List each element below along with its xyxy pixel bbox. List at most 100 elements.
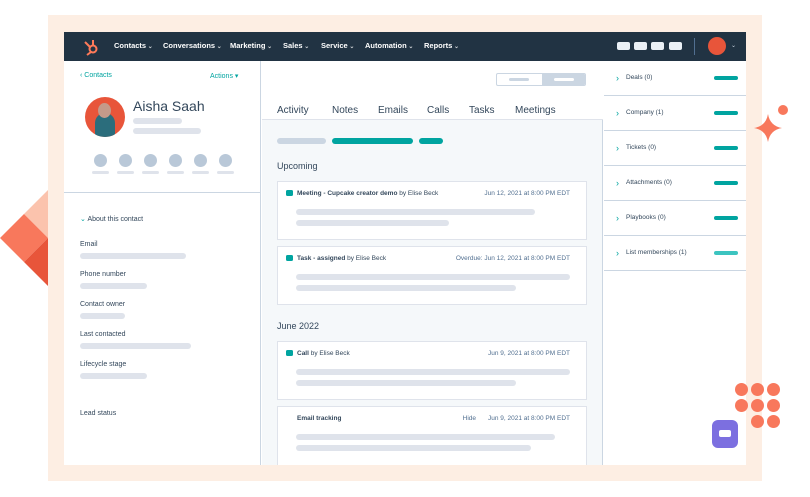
tab-emails[interactable]: Emails [378, 105, 408, 116]
chevron-right-icon: › [616, 108, 619, 118]
nav-sales[interactable]: Sales [283, 41, 309, 50]
placeholder-bar [296, 369, 570, 375]
tab-activity[interactable]: Activity [277, 105, 309, 116]
assoc-label: Company (1) [626, 109, 664, 116]
nav-utility-button[interactable] [669, 42, 682, 50]
quick-action-button[interactable] [219, 154, 232, 167]
user-avatar[interactable] [708, 37, 726, 55]
hide-link[interactable]: Hide [463, 415, 476, 422]
placeholder-bar [133, 118, 182, 124]
assoc-label: Attachments (0) [626, 179, 672, 186]
quick-action-button[interactable] [169, 154, 182, 167]
nav-utility-button[interactable] [651, 42, 664, 50]
field-value-phone[interactable] [80, 283, 147, 289]
card-type: Call [297, 350, 309, 357]
assoc-label: List memberships (1) [626, 249, 687, 256]
filter-pill[interactable] [277, 138, 326, 144]
decorative-diamonds [0, 190, 48, 286]
nav-service[interactable]: Service [321, 41, 354, 50]
assoc-deals[interactable]: › Deals (0) [604, 61, 746, 96]
divider [64, 192, 261, 193]
assoc-tickets[interactable]: › Tickets (0) [604, 131, 746, 166]
back-label: Contacts [84, 72, 112, 79]
decorative-dot [735, 399, 748, 412]
field-label-phone: Phone number [80, 271, 126, 278]
assoc-list-memberships[interactable]: › List memberships (1) [604, 236, 746, 271]
chevron-down-icon[interactable]: ⌄ [731, 42, 736, 49]
quick-action-button[interactable] [94, 154, 107, 167]
activity-card-email-tracking[interactable]: Email tracking Hide Jun 9, 2021 at 8:00 … [277, 406, 587, 465]
decorative-dot [767, 399, 780, 412]
decorative-dot [751, 415, 764, 428]
chevron-right-icon: › [616, 143, 619, 153]
back-to-contacts-link[interactable]: ‹ Contacts [80, 72, 112, 79]
associations-panel: › Deals (0) › Company (1) › Tickets (0) › At… [604, 61, 746, 465]
nav-utility-button[interactable] [634, 42, 647, 50]
filter-pill[interactable] [332, 138, 413, 144]
field-label-owner: Contact owner [80, 301, 126, 308]
placeholder-bar [296, 285, 516, 291]
nav-utility-button[interactable] [617, 42, 630, 50]
quick-action-label [167, 171, 184, 174]
hubspot-logo-icon[interactable] [82, 38, 100, 56]
about-contact-toggle[interactable]: ⌄ About this contact [80, 215, 143, 223]
card-date: Jun 9, 2021 at 8:00 PM EDT [487, 350, 570, 357]
field-label-lead-status: Lead status [80, 410, 117, 417]
tab-tasks[interactable]: Tasks [469, 105, 495, 116]
chevron-right-icon: › [616, 248, 619, 258]
assoc-playbooks[interactable]: › Playbooks (0) [604, 201, 746, 236]
assoc-label: Deals (0) [626, 74, 653, 81]
tab-notes[interactable]: Notes [332, 105, 358, 116]
card-type: Meeting - Cupcake creator demo [297, 190, 398, 197]
card-author: by Elise Beck [399, 190, 439, 197]
nav-marketing[interactable]: Marketing [230, 41, 272, 50]
field-label-last-contacted: Last contacted [80, 331, 126, 338]
chat-icon [719, 430, 731, 437]
meeting-icon [286, 190, 293, 196]
assoc-bar [714, 251, 738, 255]
decorative-dot [751, 383, 764, 396]
field-value-email[interactable] [80, 253, 186, 259]
chat-button[interactable] [712, 420, 738, 448]
quick-action-button[interactable] [119, 154, 132, 167]
assoc-bar [714, 181, 738, 185]
tab-meetings[interactable]: Meetings [515, 105, 556, 116]
nav-conversations[interactable]: Conversations [163, 41, 222, 50]
activity-card-meeting[interactable]: Meeting - Cupcake creator demo by Elise … [277, 181, 587, 240]
nav-contacts[interactable]: Contacts [114, 41, 153, 50]
placeholder-bar [296, 274, 570, 280]
quick-action-label [192, 171, 209, 174]
nav-reports[interactable]: Reports [424, 41, 459, 50]
placeholder-bar [296, 434, 555, 440]
assoc-company[interactable]: › Company (1) [604, 96, 746, 131]
chevron-right-icon: › [616, 178, 619, 188]
top-nav: Contacts Conversations Marketing Sales S… [64, 32, 746, 61]
actions-dropdown[interactable]: Actions ▾ [210, 72, 238, 80]
card-date: Jun 9, 2021 at 8:00 PM EDT [487, 415, 570, 422]
quick-action-button[interactable] [194, 154, 207, 167]
activity-card-task[interactable]: Task - assigned by Elise Beck Overdue: J… [277, 246, 587, 305]
section-upcoming: Upcoming [277, 161, 318, 171]
tab-calls[interactable]: Calls [427, 105, 449, 116]
placeholder-bar [296, 209, 535, 215]
view-toggle[interactable] [496, 73, 586, 86]
contact-sidebar: ‹ Contacts Actions ▾ Aisha Saah ⌄ About … [64, 61, 261, 465]
assoc-attachments[interactable]: › Attachments (0) [604, 166, 746, 201]
sparkle-icon [754, 105, 788, 142]
field-value-lifecycle[interactable] [80, 373, 147, 379]
chevron-right-icon: › [616, 73, 619, 83]
activity-card-call[interactable]: Call by Elise Beck Jun 9, 2021 at 8:00 P… [277, 341, 587, 400]
field-value-owner[interactable] [80, 313, 125, 319]
assoc-label: Tickets (0) [626, 144, 657, 151]
task-icon [286, 255, 293, 261]
card-date: Jun 12, 2021 at 8:00 PM EDT [484, 190, 570, 197]
filter-pill[interactable] [419, 138, 443, 144]
assoc-label: Playbooks (0) [626, 214, 666, 221]
quick-action-button[interactable] [144, 154, 157, 167]
contact-avatar [85, 97, 125, 137]
actions-label: Actions [210, 73, 233, 80]
placeholder-bar [296, 380, 516, 386]
field-value-last-contacted[interactable] [80, 343, 191, 349]
nav-automation[interactable]: Automation [365, 41, 413, 50]
quick-action-label [217, 171, 234, 174]
